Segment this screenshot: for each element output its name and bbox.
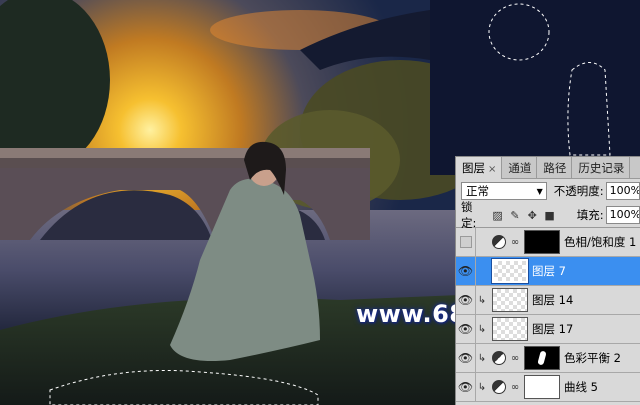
layer-thumbnail[interactable] [492,288,528,312]
layer-thumbnail[interactable] [492,317,528,341]
layer-name: 图层 7 [532,264,566,278]
blend-mode-select[interactable]: 正常 ▼ [461,182,547,200]
bridge-deck [0,158,370,168]
layer-name: 色相/饱和度 1 [564,235,637,249]
layer-name: 曲线 5 [564,380,598,394]
tab-layers[interactable]: 图层 × [456,157,503,179]
layer-name: 色彩平衡 2 [564,351,621,365]
eye-icon[interactable]: 👁 [456,372,476,402]
lock-label: 锁定: [461,200,477,230]
layer-row[interactable]: 👁 ↳ 图层 17 [456,314,640,344]
clip-arrow-icon: ↳ [477,381,487,393]
clip-arrow-icon: ↳ [477,294,487,306]
opacity-input[interactable]: 100% [605,182,640,200]
layer-row[interactable]: 👁 ↳ 图层 14 [456,285,640,315]
layer-row[interactable]: 👁 ↳ ∞ 色彩平衡 2 [456,343,640,373]
tab-paths[interactable]: 路径 [537,157,573,178]
clip-arrow-icon: ↳ [477,352,487,364]
eye-icon[interactable]: 👁 [456,343,476,373]
link-icon[interactable]: ∞ [510,353,520,364]
clip-arrow-icon: ↳ [477,323,487,335]
fill-label: 填充: [576,208,604,222]
tab-history[interactable]: 历史记录 [572,157,631,178]
layer-thumbnail[interactable] [491,258,529,284]
bridge-rail [0,148,370,158]
layer-row[interactable]: 👁 ↳ ∞ 曲线 5 [456,372,640,402]
layer-mask-thumbnail[interactable] [524,375,560,399]
layer-mask-thumbnail[interactable] [524,346,560,370]
brush-lock-icon[interactable]: ✎ [509,209,521,222]
layers-panel: 图层 × 通道 路径 历史记录 正常 ▼ 不透明度: 100% 锁定: ▨ ✎ ✥ … [455,156,640,405]
visibility-toggle[interactable] [456,227,476,257]
link-icon[interactable]: ∞ [510,382,520,393]
layers-list: ∞ 色相/饱和度 1 👁 图层 7 👁 ↳ 图层 14 👁 ↳ 图层 17 👁 … [456,227,640,402]
lock-row: 锁定: ▨ ✎ ✥ ■ 填充: 100% [456,200,640,230]
fill-input[interactable]: 100% [605,206,640,224]
transparency-lock-icon[interactable]: ▨ [491,209,503,222]
layer-name: 图层 17 [532,322,574,336]
eye-icon[interactable]: 👁 [456,285,476,315]
eye-icon[interactable]: 👁 [456,256,476,286]
adjustment-layer-icon [492,380,506,394]
photoshop-canvas: www.68ps.com 图层× 通道 路径 历史记录 正常▼ 不透明度: 10… [0,0,640,405]
adjustment-layer-icon [492,351,506,365]
layer-name: 图层 14 [532,293,574,307]
panel-tabs: 图层 × 通道 路径 历史记录 [456,157,640,179]
tab-channels[interactable]: 通道 [502,157,538,178]
link-icon[interactable]: ∞ [510,237,520,248]
eye-icon[interactable]: 👁 [456,314,476,344]
padlock-icon[interactable]: ■ [543,209,555,222]
close-icon[interactable]: × [488,164,496,175]
layer-row[interactable]: 👁 图层 7 [456,256,640,286]
chevron-down-icon: ▼ [536,186,543,196]
move-lock-icon[interactable]: ✥ [526,209,538,222]
tree-trunk [430,0,640,175]
opacity-label: 不透明度: [553,184,604,198]
adjustment-layer-icon [492,235,506,249]
layer-mask-thumbnail[interactable] [524,230,560,254]
layer-row[interactable]: ∞ 色相/饱和度 1 [456,227,640,257]
